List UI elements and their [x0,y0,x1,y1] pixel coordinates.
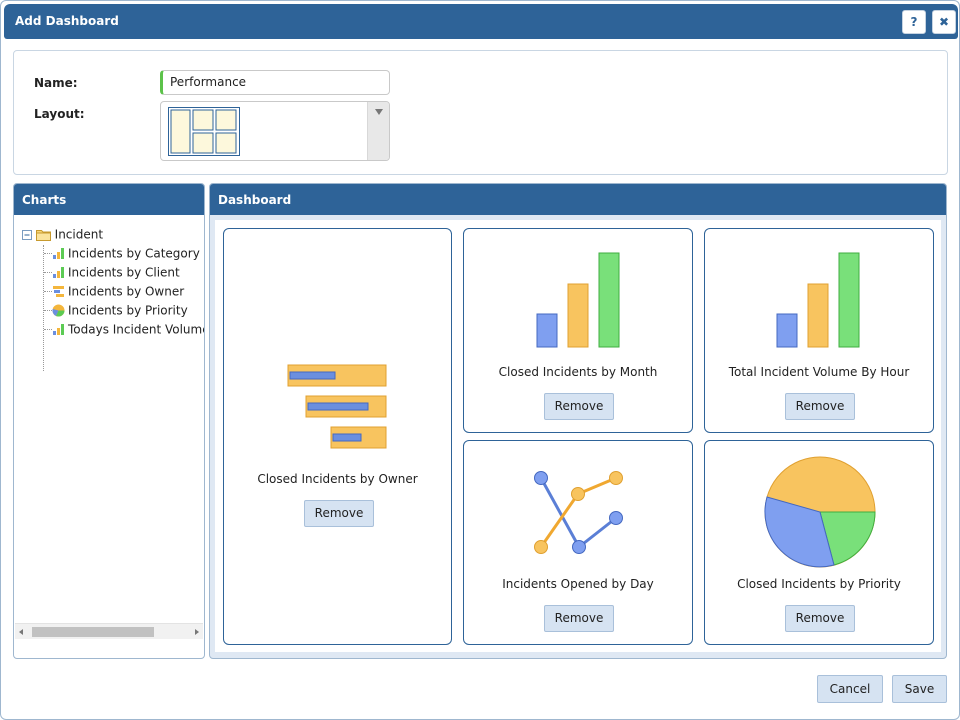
dashboard-canvas: Closed Incidents by Owner Remove Closed … [215,220,941,652]
dashboard-card-closed-incidents-by-owner[interactable]: Closed Incidents by Owner Remove [223,228,452,645]
dialog-title: Add Dashboard [15,14,119,28]
remove-button[interactable]: Remove [304,500,374,527]
tree-item-incidents-by-priority[interactable]: Incidents by Priority [44,303,188,321]
name-field[interactable]: Performance [160,70,390,95]
horizontal-scrollbar[interactable] [15,623,203,639]
help-button[interactable]: ? [902,10,926,34]
tree-item-incidents-by-owner[interactable]: Incidents by Owner [44,284,184,302]
add-dashboard-dialog: Add Dashboard ? ✖ Name: Performance Layo… [0,0,960,720]
remove-button[interactable]: Remove [785,393,855,420]
bar-chart-icon [536,252,620,348]
pie-chart-icon [764,456,876,568]
close-button[interactable]: ✖ [932,10,956,34]
save-button[interactable]: Save [892,675,947,703]
name-label: Name: [34,76,78,90]
dashboard-card-closed-incidents-by-priority[interactable]: Closed Incidents by Priority Remove [704,440,934,645]
dashboard-card-total-incident-volume-by-hour[interactable]: Total Incident Volume By Hour Remove [704,228,934,433]
dashboard-panel-title: Dashboard [210,184,946,215]
tree-item-todays-incident-volume[interactable]: Todays Incident Volume [44,322,204,340]
remove-button[interactable]: Remove [544,393,614,420]
dashboard-card-closed-incidents-by-month[interactable]: Closed Incidents by Month Remove [463,228,693,433]
chevron-down-icon [375,109,383,115]
remove-button[interactable]: Remove [785,605,855,632]
card-title: Closed Incidents by Priority [737,577,901,591]
dashboard-form: Name: Performance Layout: [13,50,948,175]
bar-chart-icon [53,324,64,335]
card-title: Incidents Opened by Day [502,577,654,591]
bar-chart-icon [776,252,860,348]
dialog-titlebar: Add Dashboard ? ✖ [4,4,958,39]
dashboard-panel: Dashboard Closed Incidents by Owner Remo… [209,183,947,659]
line-chart-icon [534,471,623,554]
card-title: Closed Incidents by Owner [257,472,418,486]
remove-button[interactable]: Remove [544,605,614,632]
card-title: Closed Incidents by Month [498,365,658,379]
bar-chart-icon [53,267,64,278]
scroll-right-icon[interactable] [195,629,199,635]
pie-chart-icon [52,304,65,317]
layout-dropdown-toggle[interactable] [367,102,389,160]
card-title: Total Incident Volume By Hour [728,365,910,379]
layout-select[interactable] [160,101,390,161]
horizontal-bar-chart-icon [287,364,387,449]
tree-node-incident-label: Incident [54,227,104,242]
cancel-button[interactable]: Cancel [817,675,883,703]
dashboard-card-incidents-opened-by-day[interactable]: Incidents Opened by Day Remove [463,440,693,645]
horizontal-bar-chart-icon [53,286,64,297]
charts-panel-title: Charts [14,184,204,215]
bar-chart-icon [53,248,64,259]
tree-node-incident[interactable]: Incident [22,227,103,243]
charts-panel: Charts Incident Incidents by Category In… [13,183,205,659]
layout-label: Layout: [34,107,85,121]
layout-preview-icon [168,107,240,156]
collapse-icon[interactable] [22,229,32,240]
charts-tree: Incident Incidents by Category Incidents… [14,215,204,640]
scroll-left-icon[interactable] [19,629,23,635]
folder-icon [35,229,51,241]
tree-item-incidents-by-client[interactable]: Incidents by Client [44,265,180,283]
scrollbar-thumb[interactable] [32,627,154,637]
tree-item-incidents-by-category[interactable]: Incidents by Category [44,246,200,264]
